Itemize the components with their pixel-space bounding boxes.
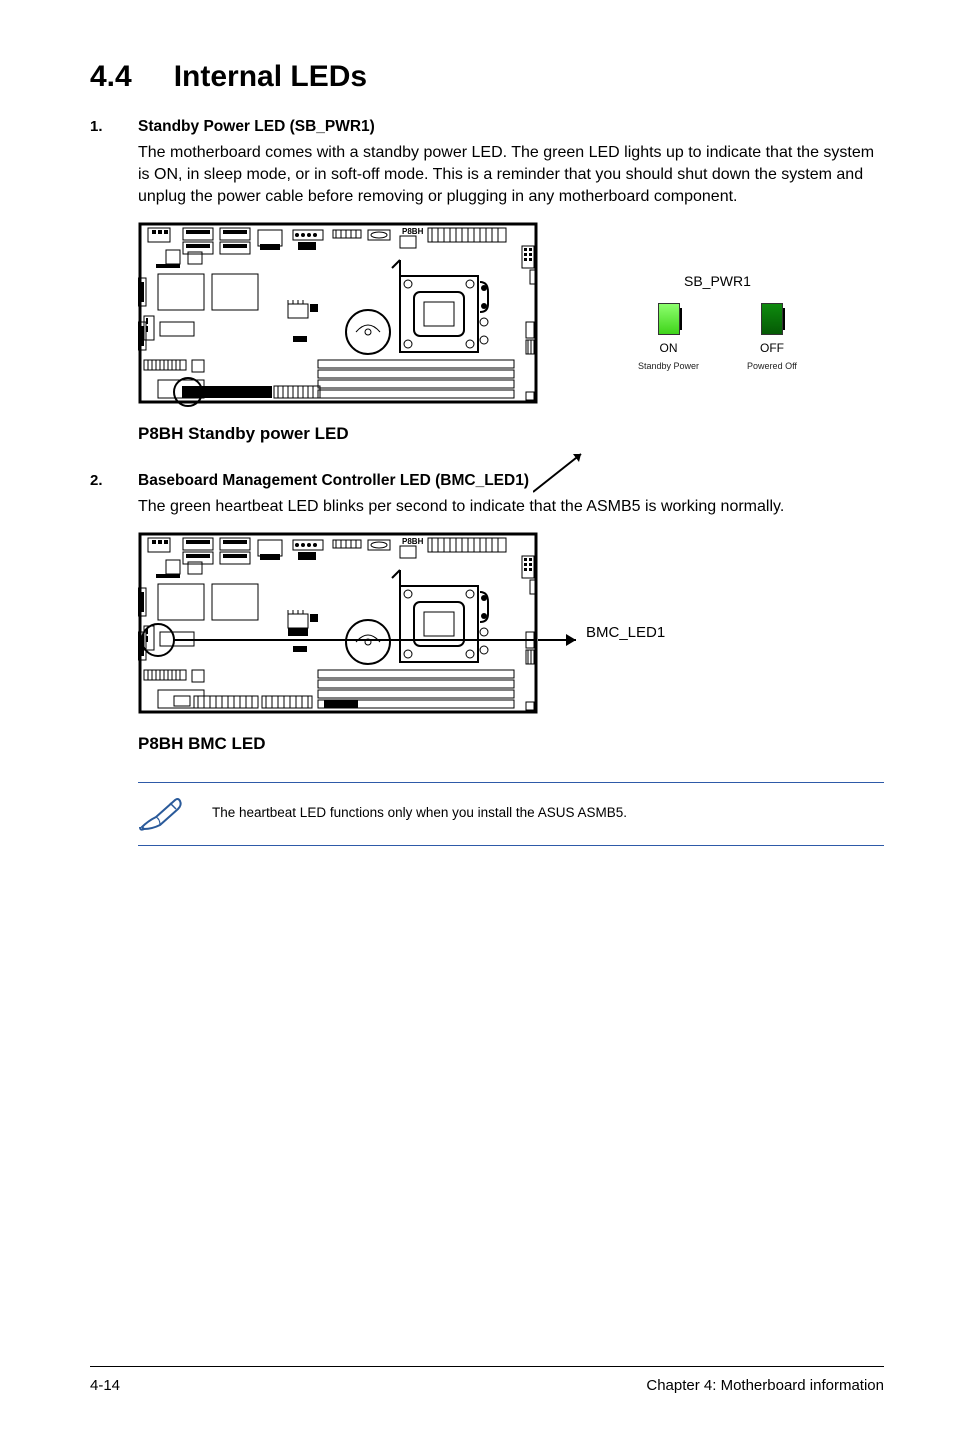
led-off-state: OFF (760, 341, 784, 355)
led-on-col: ON Standby Power (638, 303, 699, 371)
item-title: Standby Power LED (SB_PWR1) (138, 118, 375, 136)
sb-pwr-legend: SB_PWR1 ON Standby Power OFF Powered Off (638, 273, 797, 371)
led-on-icon (658, 303, 680, 335)
note-block: The heartbeat LED functions only when yo… (138, 782, 884, 846)
section-heading: 4.4 Internal LEDs (90, 60, 884, 94)
led-on-state: ON (660, 341, 678, 355)
figure-2: P8BH (138, 532, 884, 754)
item-number: 1. (90, 118, 138, 136)
figure-2-caption: P8BH BMC LED (138, 734, 884, 754)
led-off-col: OFF Powered Off (747, 303, 797, 371)
led-on-sub: Standby Power (638, 361, 699, 371)
legend-title: SB_PWR1 (638, 273, 797, 289)
note-text: The heartbeat LED functions only when yo… (212, 805, 627, 820)
figure-1: P8BH (138, 222, 884, 444)
section-title: Internal LEDs (174, 60, 367, 93)
board-label-text: P8BH (402, 227, 424, 236)
footer-page-number: 4-14 (90, 1377, 120, 1394)
page-footer: 4-14 Chapter 4: Motherboard information (90, 1366, 884, 1394)
led-off-sub: Powered Off (747, 361, 797, 371)
motherboard-diagram-2: P8BH (138, 532, 538, 732)
footer-chapter: Chapter 4: Motherboard information (646, 1377, 884, 1394)
led-off-icon (761, 303, 783, 335)
figure-1-caption: P8BH Standby power LED (138, 424, 884, 444)
bmc-pointer-label: BMC_LED1 (586, 624, 665, 641)
section-number: 4.4 (90, 60, 132, 93)
item-number: 2. (90, 472, 138, 490)
item-title: Baseboard Management Controller LED (BMC… (138, 472, 529, 490)
pencil-note-icon (138, 793, 184, 831)
svg-text:P8BH: P8BH (402, 537, 424, 546)
motherboard-diagram-1: P8BH (138, 222, 538, 422)
item-2-header: 2. Baseboard Management Controller LED (… (90, 472, 884, 490)
item-1-header: 1. Standby Power LED (SB_PWR1) (90, 118, 884, 136)
item-1-body: The motherboard comes with a standby pow… (138, 142, 884, 208)
item-2-body: The green heartbeat LED blinks per secon… (138, 496, 884, 518)
